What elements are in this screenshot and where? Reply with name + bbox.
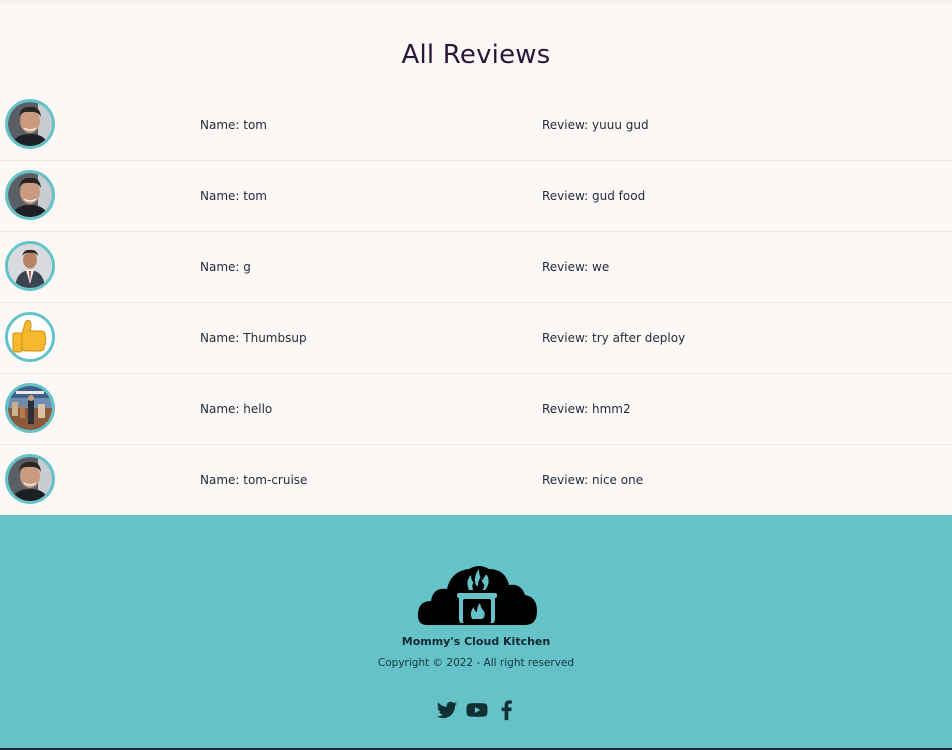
review-text: Review: we	[542, 260, 610, 274]
review-text: Review: try after deploy	[542, 331, 686, 345]
youtube-link[interactable]	[466, 699, 488, 721]
review-row: Name: tom-cruise Review: nice one	[0, 445, 952, 516]
social-links	[436, 699, 518, 721]
twitter-link[interactable]	[436, 699, 458, 721]
reviewer-name: Name: g	[200, 260, 251, 274]
review-text: Review: gud food	[542, 189, 646, 203]
reviewer-avatar	[5, 312, 55, 362]
review-text: Review: hmm2	[542, 402, 631, 416]
review-text: Review: nice one	[542, 473, 644, 487]
reviewer-name: Name: tom-cruise	[200, 473, 308, 487]
reviewer-name: Name: tom	[200, 189, 267, 203]
review-row: Name: hello Review: hmm2	[0, 374, 952, 445]
brand-name: Mommy's Cloud Kitchen	[401, 635, 551, 648]
review-row: Name: tom Review: gud food	[0, 161, 952, 232]
city-photo-avatar-icon	[8, 386, 52, 430]
youtube-icon	[466, 703, 488, 717]
cloud-kitchen-logo-icon	[417, 566, 537, 625]
review-row: Name: tom Review: yuuu gud	[0, 90, 952, 161]
facebook-icon	[501, 700, 512, 721]
reviewer-avatar	[5, 241, 55, 291]
thumbs-up-avatar-icon	[8, 315, 52, 359]
reviewer-name: Name: Thumbsup	[200, 331, 307, 345]
copyright-text: Copyright © 2022 - All right reserved	[377, 657, 575, 669]
reviewer-avatar	[5, 383, 55, 433]
twitter-icon	[436, 701, 458, 719]
reviewer-name: Name: tom	[200, 118, 267, 132]
reviewer-name: Name: hello	[200, 402, 273, 416]
site-footer: Mommy's Cloud Kitchen Copyright © 2022 -…	[0, 515, 952, 750]
portrait-man-avatar-icon	[8, 457, 52, 501]
portrait-man-avatar-icon	[8, 102, 52, 146]
review-row: Name: g Review: we	[0, 232, 952, 303]
reviewer-avatar	[5, 170, 55, 220]
reviewer-avatar	[5, 99, 55, 149]
review-row: Name: Thumbsup Review: try after deploy	[0, 303, 952, 374]
header-shadow	[0, 0, 952, 6]
reviewer-avatar	[5, 454, 55, 504]
page-title: All Reviews	[401, 40, 551, 70]
reviews-list: Name: tom Review: yuuu gud Name: tom Rev…	[0, 90, 952, 516]
facebook-link[interactable]	[496, 699, 518, 721]
review-text: Review: yuuu gud	[542, 118, 649, 132]
suit-man-avatar-icon	[8, 244, 52, 288]
portrait-man-avatar-icon	[8, 173, 52, 217]
